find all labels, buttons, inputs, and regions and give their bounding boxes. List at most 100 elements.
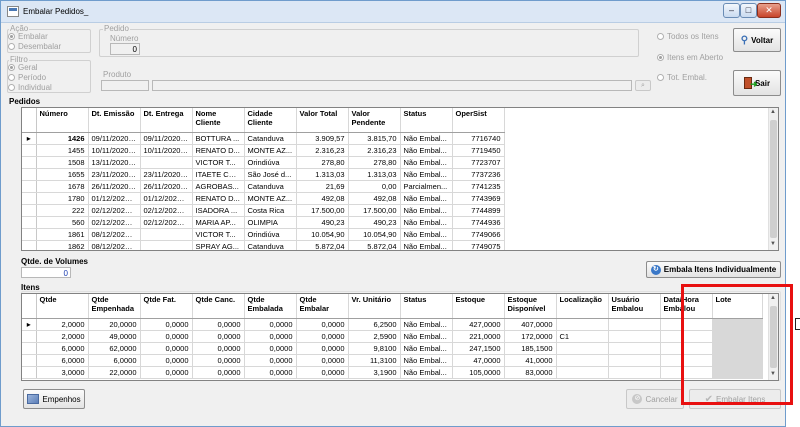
table-cell[interactable]: 1780 xyxy=(36,192,89,205)
voltar-button[interactable]: ⚲ Voltar xyxy=(733,28,781,52)
table-cell[interactable]: 492,08 xyxy=(296,192,349,205)
pedidos-grid[interactable]: Número Dt. Emissão Dt. Entrega Nome Cliente… xyxy=(21,107,779,251)
table-cell[interactable]: 6,2500 xyxy=(348,318,401,331)
table-cell[interactable] xyxy=(556,366,609,379)
itens-col-header[interactable]: Qtde Embalar xyxy=(296,294,349,319)
pedidos-col-header[interactable]: OperSist xyxy=(452,108,505,133)
table-cell[interactable]: 83,0000 xyxy=(504,366,557,379)
table-cell[interactable]: 10/11/2020 ... xyxy=(140,144,193,157)
itens-col-header[interactable]: Usuário Embalou xyxy=(608,294,661,319)
table-cell[interactable]: 13/11/2020 ... xyxy=(88,156,141,169)
table-cell[interactable]: 10.054,90 xyxy=(348,228,401,241)
table-cell[interactable]: VICTOR T... xyxy=(192,156,245,169)
table-cell[interactable]: Catanduva xyxy=(244,132,297,145)
table-cell[interactable]: Não Embal... xyxy=(400,144,453,157)
row-selector[interactable] xyxy=(22,144,37,157)
table-cell[interactable]: 7744899 xyxy=(452,204,505,217)
table-cell[interactable]: C1 xyxy=(556,330,609,343)
table-cell[interactable]: OLIMPIA xyxy=(244,216,297,229)
itens-col-header[interactable]: Localização xyxy=(556,294,609,319)
table-cell[interactable]: Não Embal... xyxy=(400,228,453,241)
table-cell[interactable]: Não Embal... xyxy=(400,132,453,145)
itens-col-header[interactable]: Qtde Canc. xyxy=(192,294,245,319)
table-cell[interactable]: 02/12/2020 ... xyxy=(140,216,193,229)
pedidos-col-header[interactable]: Cidade Cliente xyxy=(244,108,297,133)
minimize-button[interactable]: – xyxy=(723,3,740,18)
table-cell[interactable]: 9,8100 xyxy=(348,342,401,355)
table-cell[interactable]: Não Embal... xyxy=(400,156,453,169)
table-cell[interactable]: 0,00 xyxy=(348,180,401,193)
produto-code-input[interactable] xyxy=(101,80,149,91)
table-cell[interactable]: 221,0000 xyxy=(452,330,505,343)
table-cell[interactable]: 0,0000 xyxy=(192,366,245,379)
table-cell[interactable] xyxy=(556,318,609,331)
table-cell[interactable]: 01/12/2020 ... xyxy=(140,192,193,205)
table-cell[interactable]: 492,08 xyxy=(348,192,401,205)
table-row[interactable]: ▸ 1426 09/11/2020 ... 09/11/2020 ... BOTTURA… xyxy=(22,132,505,145)
table-cell[interactable]: 1.313,03 xyxy=(348,168,401,181)
table-cell[interactable]: 1426 xyxy=(36,132,89,145)
table-cell[interactable]: 278,80 xyxy=(348,156,401,169)
table-cell[interactable]: 2,5900 xyxy=(348,330,401,343)
row-selector[interactable]: ▸ xyxy=(22,132,37,145)
row-selector[interactable] xyxy=(22,192,37,205)
table-cell[interactable]: 222 xyxy=(36,204,89,217)
table-cell[interactable]: 0,0000 xyxy=(192,330,245,343)
table-cell[interactable]: 02/12/2020 ... xyxy=(140,204,193,217)
table-cell[interactable] xyxy=(608,366,661,379)
table-cell[interactable]: ITAETE CO... xyxy=(192,168,245,181)
table-cell[interactable]: Orindiúva xyxy=(244,156,297,169)
table-cell[interactable]: Não Embal... xyxy=(400,168,453,181)
table-row[interactable]: 6,0000 62,0000 0,0000 0,0000 0,0000 0,0000 9,8… xyxy=(22,342,763,355)
title-bar[interactable]: Embalar Pedidos_ – □ ✕ xyxy=(1,1,785,23)
table-cell[interactable]: 6,0000 xyxy=(88,354,141,367)
sair-button[interactable]: ➜ Sair xyxy=(733,70,781,96)
table-cell[interactable]: Catanduva xyxy=(244,180,297,193)
table-cell[interactable]: Não Embal... xyxy=(400,240,453,250)
table-cell[interactable] xyxy=(608,354,661,367)
row-selector[interactable] xyxy=(22,330,37,343)
maximize-button[interactable]: □ xyxy=(740,3,757,18)
acao-embalar-radio[interactable]: Embalar xyxy=(8,32,48,41)
table-cell[interactable]: 08/12/2020 ... xyxy=(88,228,141,241)
table-cell[interactable]: 7723707 xyxy=(452,156,505,169)
table-cell[interactable] xyxy=(556,354,609,367)
pedidos-col-header[interactable]: Status xyxy=(400,108,453,133)
table-row[interactable]: 2,0000 49,0000 0,0000 0,0000 0,0000 0,0000 2,5… xyxy=(22,330,763,343)
table-cell[interactable]: 0,0000 xyxy=(192,354,245,367)
table-cell[interactable]: 26/11/2020 ... xyxy=(140,180,193,193)
table-cell[interactable]: 0,0000 xyxy=(192,342,245,355)
table-row[interactable]: 1861 08/12/2020 ... VICTOR T... Orindiúva 10… xyxy=(22,228,505,241)
table-row[interactable]: 222 02/12/2020 ... 02/12/2020 ... ISADORA .… xyxy=(22,204,505,217)
table-cell[interactable]: São José d... xyxy=(244,168,297,181)
table-cell[interactable]: 22,0000 xyxy=(88,366,141,379)
pedidos-col-header[interactable]: Número xyxy=(36,108,89,133)
pedidos-col-header[interactable]: Nome Cliente xyxy=(192,108,245,133)
table-row[interactable]: 560 02/12/2020 ... 02/12/2020 ... MARIA AP.… xyxy=(22,216,505,229)
table-cell[interactable]: 02/12/2020 ... xyxy=(88,204,141,217)
table-cell[interactable]: 3,0000 xyxy=(36,366,89,379)
itens-col-header[interactable]: Vr. Unitário xyxy=(348,294,401,319)
table-cell[interactable] xyxy=(608,318,661,331)
table-cell[interactable]: 6,0000 xyxy=(36,354,89,367)
row-selector[interactable]: ▸ xyxy=(22,318,37,331)
row-selector[interactable] xyxy=(22,216,37,229)
pedidos-col-header[interactable]: Valor Pendente xyxy=(348,108,401,133)
row-selector[interactable] xyxy=(22,204,37,217)
table-cell[interactable]: 0,0000 xyxy=(140,366,193,379)
table-cell[interactable]: MARIA AP... xyxy=(192,216,245,229)
table-cell[interactable]: 3.815,70 xyxy=(348,132,401,145)
table-cell[interactable]: 560 xyxy=(36,216,89,229)
itens-aberto-radio[interactable]: Itens em Aberto xyxy=(657,53,723,62)
itens-grid[interactable]: Qtde Qtde Empenhada Qtde Fat. Qtde Canc. Qtd… xyxy=(21,293,779,381)
table-cell[interactable]: ISADORA ... xyxy=(192,204,245,217)
table-cell[interactable]: 0,0000 xyxy=(244,366,297,379)
row-selector[interactable] xyxy=(22,180,37,193)
table-cell[interactable]: 5.872,04 xyxy=(348,240,401,250)
table-cell[interactable]: Costa Rica xyxy=(244,204,297,217)
table-cell[interactable] xyxy=(140,228,193,241)
table-cell[interactable]: 11,3100 xyxy=(348,354,401,367)
table-cell[interactable]: RENATO D... xyxy=(192,144,245,157)
table-row[interactable]: 1862 08/12/2020 ... SPRAY AG... Catanduva 5.… xyxy=(22,240,505,250)
table-cell[interactable]: Não Embal... xyxy=(400,192,453,205)
